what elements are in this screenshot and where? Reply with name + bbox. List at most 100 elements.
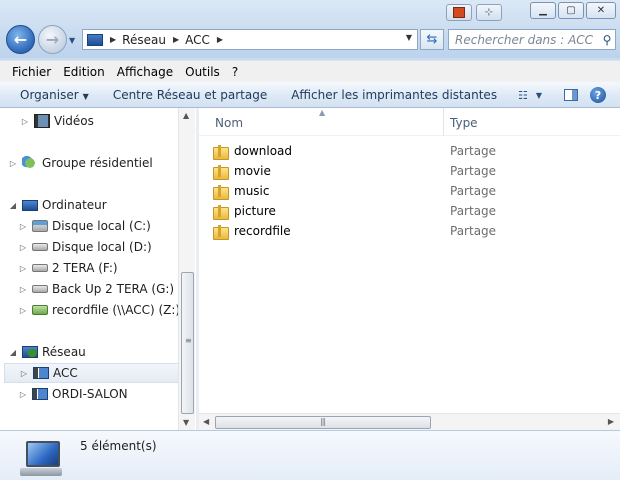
expand-arrow-icon[interactable]: ▷ [20, 117, 30, 126]
preview-pane-button[interactable] [564, 89, 578, 101]
back-button[interactable]: ← [6, 25, 35, 54]
chevron-down-icon: ▼ [535, 90, 542, 100]
shared-folder-icon [213, 204, 229, 220]
chevron-right-icon[interactable]: ▶ [110, 35, 116, 44]
menu-edition[interactable]: Edition [57, 65, 111, 79]
menubar: Fichier Edition Affichage Outils ? [0, 60, 620, 82]
computer-icon [20, 441, 62, 477]
expand-arrow-icon[interactable]: ▷ [18, 306, 28, 315]
nav-item-label: Back Up 2 TERA (G:) [52, 282, 175, 296]
forward-button[interactable]: → [38, 25, 67, 54]
nav-item-ordi-salon[interactable]: ▷ ORDI-SALON [18, 384, 128, 404]
nav-vertical-scrollbar[interactable]: ▲ ≡ ▼ [178, 108, 195, 430]
back-arrow-icon: ← [13, 30, 28, 49]
content-horizontal-scrollbar[interactable]: ◀ ||| ▶ [199, 413, 620, 430]
video-folder-icon [34, 114, 50, 128]
nav-item-disk-g[interactable]: ▷ Back Up 2 TERA (G:) [18, 279, 174, 299]
disk-icon [32, 264, 48, 272]
network-icon [22, 346, 38, 358]
network-center-button[interactable]: Centre Réseau et partage [101, 88, 279, 102]
search-input[interactable]: Rechercher dans : ACC [449, 33, 599, 47]
network-computer-icon [32, 388, 48, 400]
search-icon[interactable]: ⚲ [599, 33, 615, 47]
address-dropdown-icon[interactable]: ▼ [406, 33, 412, 42]
collapse-arrow-icon[interactable]: ◢ [8, 201, 18, 210]
scroll-up-icon[interactable]: ▲ [183, 111, 189, 120]
column-divider[interactable] [443, 108, 444, 136]
recent-pages-dropdown[interactable]: ▼ [69, 36, 75, 45]
nav-item-label: Ordinateur [42, 198, 107, 212]
menu-fichier[interactable]: Fichier [6, 65, 57, 79]
nav-item-homegroup[interactable]: ▷ Groupe résidentiel [8, 153, 153, 173]
nav-item-disk-d[interactable]: ▷ Disque local (D:) [18, 237, 152, 257]
minimize-button[interactable]: ▁ [530, 2, 556, 19]
monitor-stand-icon [20, 468, 62, 476]
app-button[interactable] [446, 4, 472, 21]
nav-item-label: Réseau [42, 345, 86, 359]
breadcrumb-reseau[interactable]: Réseau [122, 33, 166, 47]
address-bar[interactable]: ▶ Réseau ▶ ACC ▶ ▼ [82, 29, 418, 50]
expand-arrow-icon[interactable]: ▷ [18, 285, 28, 294]
nav-item-label: Groupe résidentiel [42, 156, 153, 170]
expand-arrow-icon[interactable]: ▷ [18, 222, 28, 231]
forward-arrow-icon: → [45, 30, 60, 49]
menu-affichage[interactable]: Affichage [111, 65, 179, 79]
chevron-right-icon[interactable]: ▶ [217, 35, 223, 44]
column-name[interactable]: Nom [215, 116, 243, 130]
expand-arrow-icon[interactable]: ▷ [18, 390, 28, 399]
nav-item-disk-c[interactable]: ▷ Disque local (C:) [18, 216, 151, 236]
pin-icon: ⊹ [484, 7, 494, 18]
breadcrumb-acc[interactable]: ACC [185, 33, 210, 47]
view-options-button[interactable]: ☷ ▼ [508, 89, 552, 102]
refresh-icon: ⇆ [426, 32, 438, 47]
help-button[interactable]: ? [590, 87, 606, 103]
expand-arrow-icon[interactable]: ▷ [18, 243, 28, 252]
file-row[interactable]: download Partage [213, 141, 603, 161]
file-row[interactable]: music Partage [213, 181, 603, 201]
homegroup-icon [22, 156, 38, 170]
expand-arrow-icon[interactable]: ▷ [19, 369, 29, 378]
nav-item-disk-f[interactable]: ▷ 2 TERA (F:) [18, 258, 118, 278]
command-bar-right: ☷ ▼ ? [508, 82, 620, 108]
file-type: Partage [450, 204, 497, 218]
shared-folder-icon [213, 164, 229, 180]
close-button[interactable]: ✕ [586, 2, 616, 19]
network-computer-icon [33, 367, 49, 379]
expand-arrow-icon[interactable]: ▷ [18, 264, 28, 273]
scroll-down-icon[interactable]: ▼ [183, 418, 189, 427]
shared-folder-icon [213, 184, 229, 200]
grip-icon: ≡ [185, 336, 192, 345]
scroll-thumb[interactable]: ≡ [181, 272, 194, 414]
nav-item-network[interactable]: ◢ Réseau [8, 342, 86, 362]
file-row[interactable]: movie Partage [213, 161, 603, 181]
remote-printers-button[interactable]: Afficher les imprimantes distantes [279, 88, 509, 102]
nav-item-videos[interactable]: ▷ Vidéos [20, 111, 94, 131]
expand-arrow-icon[interactable]: ▷ [8, 159, 18, 168]
file-row[interactable]: picture Partage [213, 201, 603, 221]
nav-item-drive-z[interactable]: ▷ recordfile (\\ACC) (Z:) [18, 300, 180, 320]
scroll-right-icon[interactable]: ▶ [608, 417, 614, 426]
file-type: Partage [450, 164, 497, 178]
maximize-icon: ▢ [566, 5, 576, 16]
menu-help[interactable]: ? [226, 65, 244, 79]
nav-item-computer[interactable]: ◢ Ordinateur [8, 195, 107, 215]
chevron-right-icon[interactable]: ▶ [173, 35, 179, 44]
organize-button[interactable]: Organiser ▼ [0, 88, 101, 102]
sort-arrow-icon: ▲ [319, 108, 326, 117]
refresh-button[interactable]: ⇆ [420, 29, 444, 50]
collapse-arrow-icon[interactable]: ◢ [8, 348, 18, 357]
minimize-icon: ▁ [539, 5, 547, 16]
scroll-thumb[interactable]: ||| [215, 416, 431, 429]
app-icon [453, 7, 465, 18]
file-row[interactable]: recordfile Partage [213, 221, 603, 241]
file-type: Partage [450, 184, 497, 198]
file-type: Partage [450, 224, 497, 238]
pin-button[interactable]: ⊹ [476, 4, 502, 21]
search-box[interactable]: Rechercher dans : ACC ⚲ [448, 29, 616, 50]
maximize-button[interactable]: ▢ [558, 2, 584, 19]
nav-item-acc[interactable]: ▷ ACC [4, 363, 181, 383]
extra-caption-buttons: ⊹ [446, 4, 502, 21]
column-type[interactable]: Type [450, 116, 478, 130]
menu-outils[interactable]: Outils [179, 65, 226, 79]
scroll-left-icon[interactable]: ◀ [203, 417, 209, 426]
